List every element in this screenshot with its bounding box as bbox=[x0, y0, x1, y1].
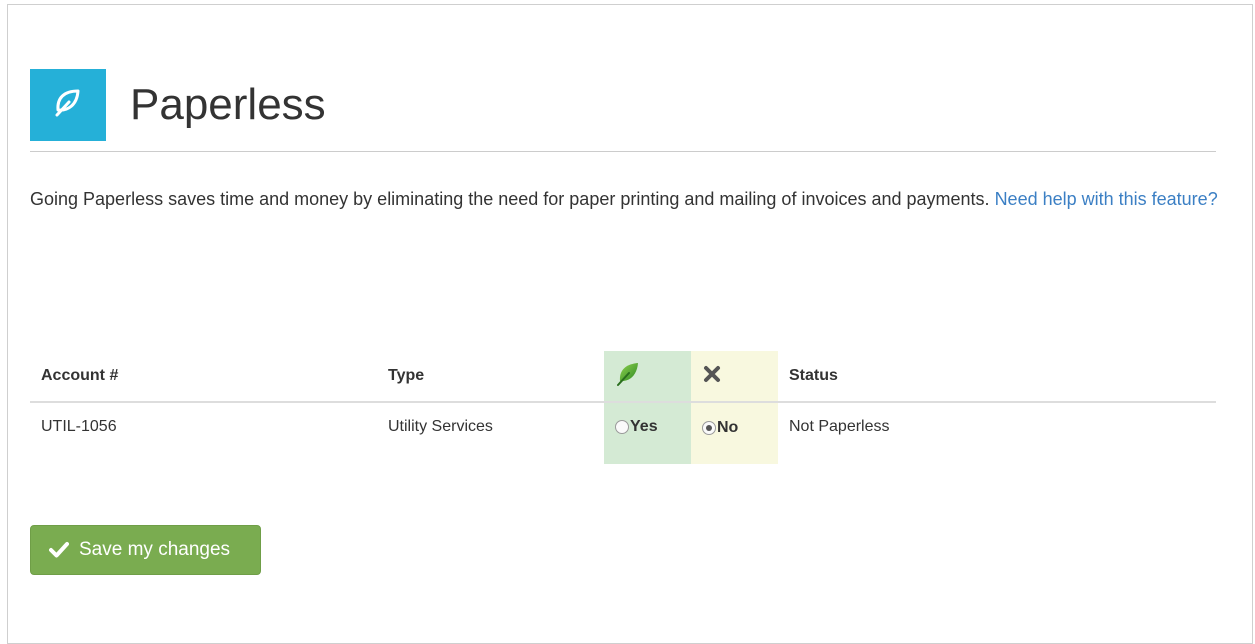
no-radio[interactable] bbox=[702, 421, 716, 435]
accounts-table: Account # Type Status UTIL-1056 Utility … bbox=[30, 351, 1216, 464]
paperless-no-cell: No bbox=[691, 402, 778, 464]
paperless-no-option[interactable]: No bbox=[702, 419, 738, 437]
paperless-yes-cell: Yes bbox=[604, 402, 691, 464]
page-title: Paperless bbox=[130, 80, 326, 129]
account-column-header: Account # bbox=[30, 351, 377, 403]
type-cell: Utility Services bbox=[388, 418, 493, 435]
paperless-column-header bbox=[604, 351, 691, 403]
green-leaf-icon bbox=[615, 362, 641, 391]
paperless-logo bbox=[30, 69, 106, 141]
status-cell: Not Paperless bbox=[789, 418, 890, 435]
save-changes-button[interactable]: Save my changes bbox=[30, 525, 261, 575]
no-label: No bbox=[717, 419, 739, 436]
leaf-icon bbox=[51, 86, 85, 125]
help-link[interactable]: Need help with this feature? bbox=[995, 189, 1218, 209]
page-header: Paperless bbox=[30, 69, 1216, 151]
header-divider bbox=[30, 151, 1216, 152]
table-header-row: Account # Type Status bbox=[30, 351, 1216, 403]
type-column-header: Type bbox=[377, 351, 604, 403]
save-button-label: Save my changes bbox=[79, 539, 231, 560]
paperless-yes-option[interactable]: Yes bbox=[615, 418, 658, 436]
table-row: UTIL-1056 Utility Services Yes No Not Pa… bbox=[30, 402, 1216, 464]
yes-radio[interactable] bbox=[615, 420, 629, 434]
check-icon bbox=[49, 541, 69, 559]
intro-paragraph: Going Paperless saves time and money by … bbox=[30, 184, 1220, 214]
yes-label: Yes bbox=[630, 418, 658, 435]
account-cell: UTIL-1056 bbox=[41, 418, 117, 435]
x-icon bbox=[702, 365, 722, 388]
intro-text: Going Paperless saves time and money by … bbox=[30, 189, 990, 209]
not-paperless-column-header bbox=[691, 351, 778, 403]
status-column-header: Status bbox=[778, 351, 1216, 403]
